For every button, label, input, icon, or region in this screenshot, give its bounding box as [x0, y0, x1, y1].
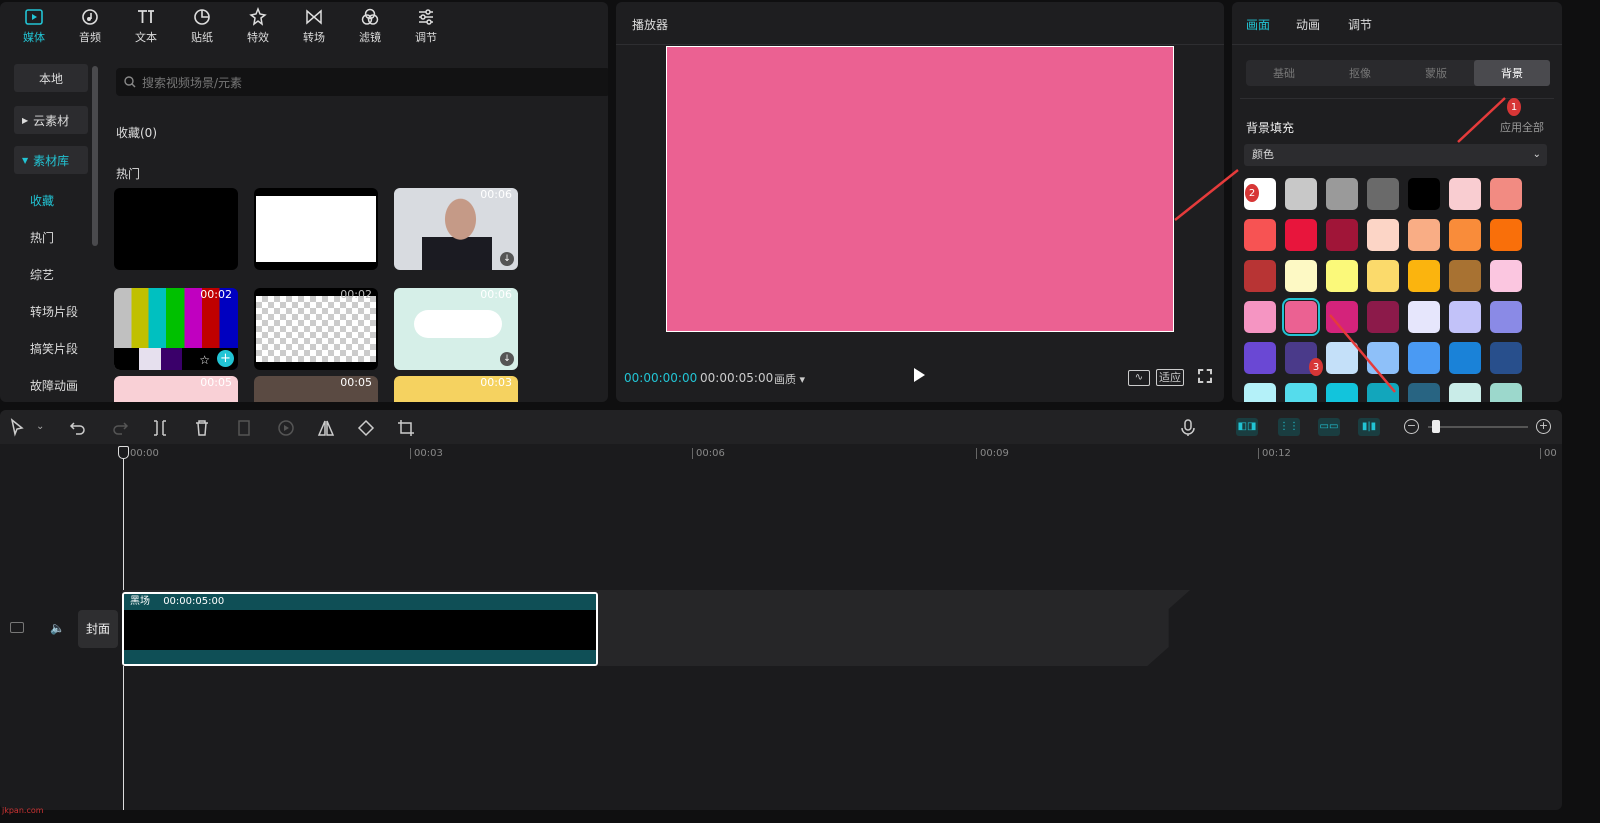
clip-name: 黑场	[130, 596, 150, 607]
rotate-icon[interactable]	[356, 418, 376, 438]
zoom-slider[interactable]	[1428, 426, 1528, 428]
clip-header: 黑场 00:00:05:00	[124, 594, 596, 610]
ruler-tick-6: 00:06	[692, 448, 725, 459]
zoom-out-icon[interactable]: −	[1404, 419, 1419, 434]
redo-icon[interactable]	[110, 418, 130, 438]
zoom-in-icon[interactable]: +	[1536, 419, 1551, 434]
cover-button[interactable]: 封面	[78, 610, 118, 648]
mirror-icon[interactable]	[316, 418, 336, 438]
auto-snap-icon[interactable]: ⋮⋮	[1278, 418, 1300, 436]
main-track-magnet-icon[interactable]: ◧◨	[1236, 418, 1258, 436]
select-cursor-icon[interactable]	[8, 418, 28, 438]
track-video-icon[interactable]	[10, 622, 24, 633]
freeze-icon[interactable]	[234, 418, 254, 438]
timeline-panel: ⌄ ◧◨ ⋮⋮ ▭▭ ▮|▮ − + 00:00 00:03 00:06 00:…	[0, 410, 1562, 810]
microphone-icon[interactable]	[1178, 418, 1198, 438]
step-marker-1: 1	[1507, 98, 1521, 116]
crop-icon[interactable]	[396, 418, 416, 438]
step-marker-2: 2	[1245, 184, 1259, 202]
preview-axis-icon[interactable]: ▮|▮	[1358, 418, 1380, 436]
track-mute-icon[interactable]: 🔈	[50, 621, 65, 635]
ruler-tick-0: 00:00	[130, 448, 159, 459]
clip-duration: 00:00:05:00	[163, 596, 225, 607]
linkage-icon[interactable]: ▭▭	[1318, 418, 1340, 436]
reverse-play-icon[interactable]	[276, 418, 296, 438]
video-clip[interactable]: 黑场 00:00:05:00	[122, 592, 598, 666]
playhead-handle[interactable]	[118, 446, 129, 459]
cover-label: 封面	[85, 622, 110, 636]
ruler-tick-12: 00:12	[1258, 448, 1291, 459]
ruler-tick-15: 00	[1540, 448, 1557, 459]
clip-footer	[124, 650, 596, 664]
ruler-tick-3: 00:03	[410, 448, 443, 459]
zoom-slider-handle[interactable]	[1432, 420, 1440, 433]
delete-icon[interactable]	[192, 418, 212, 438]
split-icon[interactable]	[150, 418, 170, 438]
ruler-tick-9: 00:09	[976, 448, 1009, 459]
chevron-down-icon[interactable]: ⌄	[36, 421, 44, 432]
step-marker-3: 3	[1309, 358, 1323, 376]
watermark: jkpan.com	[2, 806, 44, 815]
undo-icon[interactable]	[68, 418, 88, 438]
